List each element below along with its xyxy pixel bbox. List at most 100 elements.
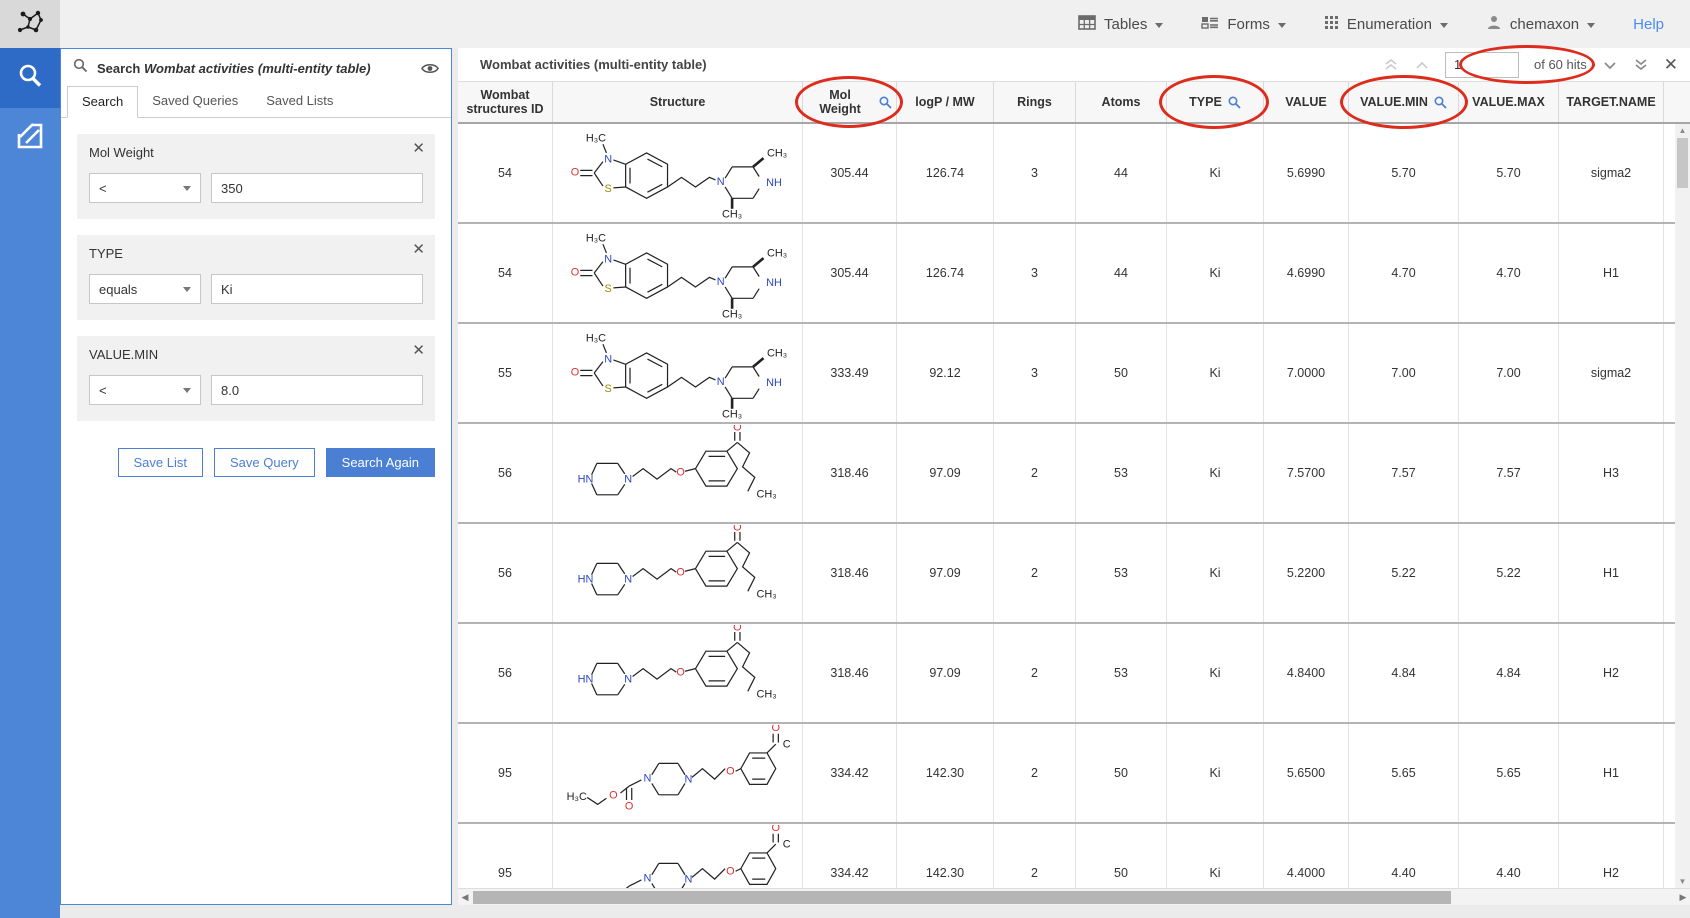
chevron-down-icon[interactable] xyxy=(1602,59,1618,71)
cell-filler xyxy=(1664,124,1675,222)
cell-structure[interactable] xyxy=(553,524,803,622)
column-header-wombat-structures-id[interactable]: Wombat structures ID xyxy=(458,82,553,122)
operator-select[interactable]: equals xyxy=(89,274,201,304)
filter-value-input[interactable] xyxy=(211,274,423,304)
column-header-label: Structure xyxy=(650,95,706,109)
table-row[interactable]: 95 334.42 142.30 2 50 Ki 5.6500 5.65 5.6… xyxy=(458,724,1675,824)
table-icon xyxy=(1078,15,1096,34)
tab-saved-queries[interactable]: Saved Queries xyxy=(138,86,252,118)
nav-user-menu[interactable]: chemaxon xyxy=(1486,14,1595,34)
cell-target-name: H3 xyxy=(1559,424,1664,522)
filter-field-label: VALUE.MIN xyxy=(89,347,423,362)
tab-saved-lists[interactable]: Saved Lists xyxy=(252,86,347,118)
cell-structure[interactable] xyxy=(553,324,803,422)
filter-value-input[interactable] xyxy=(211,173,423,203)
cell-structures-id: 56 xyxy=(458,524,553,622)
table-row[interactable]: 56 318.46 97.09 2 53 Ki 4.8400 4.84 4.84… xyxy=(458,624,1675,724)
tab-search[interactable]: Search xyxy=(67,86,138,118)
nav-enumeration[interactable]: Enumeration xyxy=(1324,15,1448,34)
cell-structure[interactable] xyxy=(553,824,803,888)
table-row[interactable]: 56 318.46 97.09 2 53 Ki 5.2200 5.22 5.22… xyxy=(458,524,1675,624)
table-row[interactable]: 56 318.46 97.09 2 53 Ki 7.5700 7.57 7.57… xyxy=(458,424,1675,524)
cell-mol-weight: 318.46 xyxy=(803,424,897,522)
table-header: Wombat structures ID Structure Mol Weight l… xyxy=(458,81,1690,124)
operator-select[interactable]: < xyxy=(89,375,201,405)
cell-logp-mw: 126.74 xyxy=(897,124,994,222)
cell-target-name: H1 xyxy=(1559,724,1664,822)
rail-search-tab[interactable] xyxy=(0,48,60,108)
cell-logp-mw: 92.12 xyxy=(897,324,994,422)
column-header-label: VALUE xyxy=(1285,95,1326,109)
double-chevron-down-icon[interactable] xyxy=(1633,57,1649,72)
cell-structure[interactable] xyxy=(553,724,803,822)
help-link[interactable]: Help xyxy=(1633,16,1664,33)
page-number-input[interactable] xyxy=(1445,52,1519,78)
cell-value-max: 4.70 xyxy=(1459,224,1559,322)
cell-structures-id: 55 xyxy=(458,324,553,422)
table-row[interactable]: 95 334.42 142.30 2 50 Ki 4.4000 4.40 4.4… xyxy=(458,824,1675,888)
filter-field-label: TYPE xyxy=(89,246,423,261)
cell-structure[interactable] xyxy=(553,124,803,222)
cell-structure[interactable] xyxy=(553,224,803,322)
operator-select[interactable]: < xyxy=(89,173,201,203)
scroll-right-arrow-icon[interactable]: ▶ xyxy=(1676,889,1690,905)
chevron-down-icon xyxy=(1587,23,1595,28)
column-header-value-max[interactable]: VALUE.MAX xyxy=(1459,82,1559,122)
cell-structure[interactable] xyxy=(553,424,803,522)
scroll-left-arrow-icon[interactable]: ◀ xyxy=(458,889,472,905)
close-icon[interactable]: ✕ xyxy=(412,141,425,156)
vertical-scrollbar[interactable]: ▲ ▼ xyxy=(1675,124,1690,888)
column-header-mol-weight[interactable]: Mol Weight xyxy=(803,82,897,122)
nav-tables[interactable]: Tables xyxy=(1078,15,1163,34)
molecule-structure-image xyxy=(561,425,795,521)
column-header-atoms[interactable]: Atoms xyxy=(1076,82,1167,122)
molecule-structure-image xyxy=(561,125,795,221)
column-header-label: Wombat structures ID xyxy=(462,88,548,116)
cell-value: 7.0000 xyxy=(1264,324,1349,422)
column-header-value[interactable]: VALUE xyxy=(1264,82,1349,122)
forms-icon xyxy=(1201,15,1219,34)
nav-forms[interactable]: Forms xyxy=(1201,15,1286,34)
results-titlebar: Wombat activities (multi-entity table) o… xyxy=(458,48,1690,81)
table-body: 54 305.44 126.74 3 44 Ki 5.6990 5.70 5.7… xyxy=(458,124,1675,888)
cell-filler xyxy=(1664,724,1675,822)
table-row[interactable]: 54 305.44 126.74 3 44 Ki 5.6990 5.70 5.7… xyxy=(458,124,1675,224)
chevron-up-icon[interactable] xyxy=(1414,59,1430,71)
app-logo[interactable] xyxy=(0,0,60,48)
cell-filler xyxy=(1664,224,1675,322)
table-row[interactable]: 54 305.44 126.74 3 44 Ki 4.6990 4.70 4.7… xyxy=(458,224,1675,324)
column-header-structure[interactable]: Structure xyxy=(553,82,803,122)
column-header-type[interactable]: TYPE xyxy=(1167,82,1264,122)
cell-structure[interactable] xyxy=(553,624,803,722)
filter-value-input[interactable] xyxy=(211,375,423,405)
rail-grid-view-tab[interactable] xyxy=(0,108,60,168)
scroll-up-arrow-icon[interactable]: ▲ xyxy=(1675,124,1690,137)
double-chevron-up-icon[interactable] xyxy=(1383,57,1399,72)
cell-value-min: 5.22 xyxy=(1349,524,1459,622)
left-rail xyxy=(0,48,60,918)
cell-filler xyxy=(1664,424,1675,522)
horizontal-scroll-thumb[interactable] xyxy=(473,891,1451,904)
column-header-logp-mw[interactable]: logP / MW xyxy=(897,82,994,122)
column-header-rings[interactable]: Rings xyxy=(994,82,1076,122)
save-list-button[interactable]: Save List xyxy=(118,448,203,477)
cell-value-min: 4.40 xyxy=(1349,824,1459,888)
search-again-button[interactable]: Search Again xyxy=(326,448,435,477)
close-icon[interactable]: ✕ xyxy=(1664,56,1678,73)
column-header-target-name[interactable]: TARGET.NAME xyxy=(1559,82,1664,122)
column-header-label: VALUE.MIN xyxy=(1360,95,1428,109)
column-header-value-min[interactable]: VALUE.MIN xyxy=(1349,82,1459,122)
search-panel-tabs: Search Saved Queries Saved Lists xyxy=(61,85,451,118)
close-icon[interactable]: ✕ xyxy=(412,343,425,358)
column-header-label: logP / MW xyxy=(915,95,975,109)
close-icon[interactable]: ✕ xyxy=(412,242,425,257)
cell-target-name: H1 xyxy=(1559,524,1664,622)
table-row[interactable]: 55 333.49 92.12 3 50 Ki 7.0000 7.00 7.00… xyxy=(458,324,1675,424)
horizontal-scrollbar[interactable]: ◀ ▶ xyxy=(458,888,1690,905)
cell-atoms: 53 xyxy=(1076,524,1167,622)
scroll-down-arrow-icon[interactable]: ▼ xyxy=(1675,875,1690,888)
eye-icon[interactable] xyxy=(421,62,439,75)
column-header-label: Atoms xyxy=(1102,95,1141,109)
save-query-button[interactable]: Save Query xyxy=(214,448,315,477)
vertical-scroll-thumb[interactable] xyxy=(1677,138,1688,188)
